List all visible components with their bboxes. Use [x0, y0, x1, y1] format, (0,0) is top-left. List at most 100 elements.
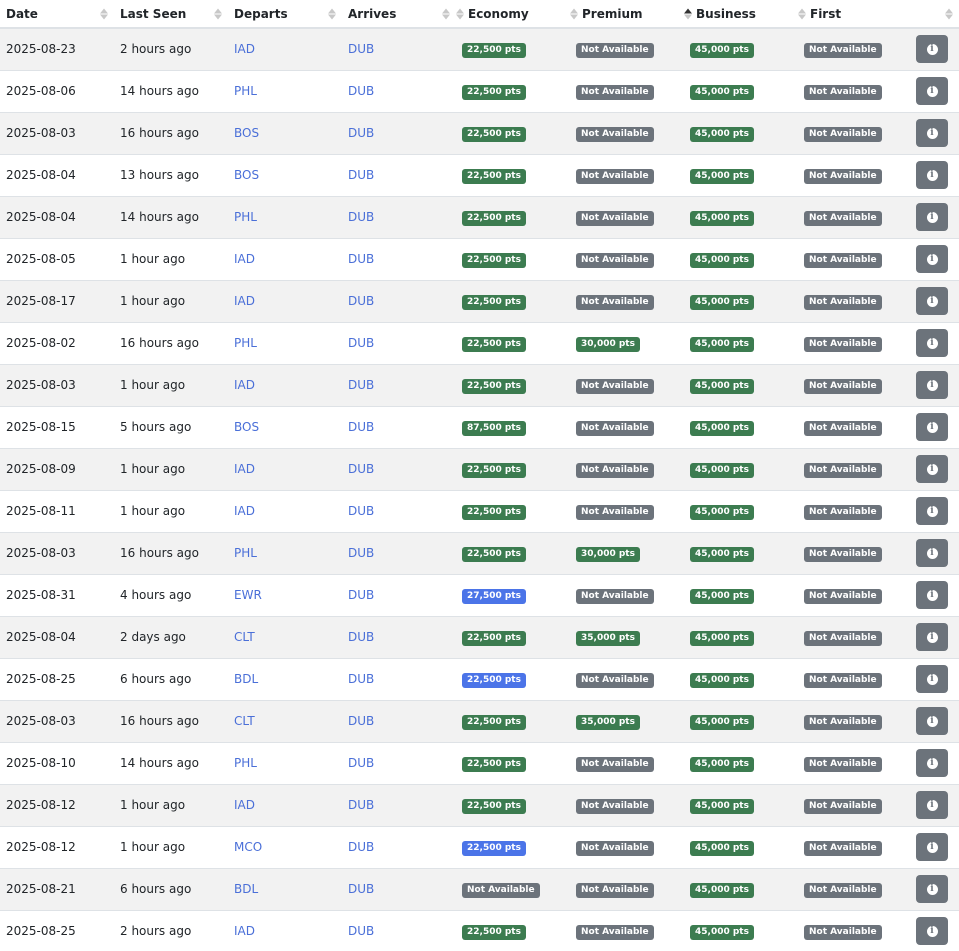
premium-badge[interactable]: Not Available [576, 924, 654, 940]
premium-badge[interactable]: Not Available [576, 756, 654, 772]
details-button[interactable]: i [916, 497, 948, 525]
first-badge[interactable]: Not Available [804, 924, 882, 940]
departs-link[interactable]: PHL [234, 336, 257, 350]
premium-badge[interactable]: Not Available [576, 84, 654, 100]
arrives-link[interactable]: DUB [348, 42, 374, 56]
arrives-link[interactable]: DUB [348, 756, 374, 770]
business-badge[interactable]: 45,000 pts [690, 42, 754, 58]
departs-link[interactable]: IAD [234, 294, 255, 308]
departs-link[interactable]: PHL [234, 756, 257, 770]
premium-badge[interactable]: Not Available [576, 882, 654, 898]
first-badge[interactable]: Not Available [804, 84, 882, 100]
first-badge[interactable]: Not Available [804, 588, 882, 604]
departs-link[interactable]: BDL [234, 672, 258, 686]
first-badge[interactable]: Not Available [804, 126, 882, 142]
departs-link[interactable]: IAD [234, 378, 255, 392]
first-badge[interactable]: Not Available [804, 378, 882, 394]
first-badge[interactable]: Not Available [804, 798, 882, 814]
economy-badge[interactable]: 22,500 pts [462, 756, 526, 772]
arrives-link[interactable]: DUB [348, 378, 374, 392]
premium-badge[interactable]: 30,000 pts [576, 546, 640, 562]
departs-link[interactable]: IAD [234, 798, 255, 812]
arrives-link[interactable]: DUB [348, 210, 374, 224]
arrives-link[interactable]: DUB [348, 714, 374, 728]
business-badge[interactable]: 45,000 pts [690, 336, 754, 352]
header-economy[interactable]: Economy [456, 0, 570, 29]
economy-badge[interactable]: 22,500 pts [462, 924, 526, 940]
header-first[interactable]: First [798, 0, 910, 29]
sort-arrows-icon[interactable] [214, 8, 222, 19]
sort-arrows-icon[interactable] [798, 8, 806, 19]
business-badge[interactable]: 45,000 pts [690, 462, 754, 478]
first-badge[interactable]: Not Available [804, 168, 882, 184]
economy-badge[interactable]: 22,500 pts [462, 168, 526, 184]
business-badge[interactable]: 45,000 pts [690, 840, 754, 856]
arrives-link[interactable]: DUB [348, 630, 374, 644]
economy-badge[interactable]: 22,500 pts [462, 378, 526, 394]
departs-link[interactable]: MCO [234, 840, 262, 854]
header-business[interactable]: Business [684, 0, 798, 29]
business-badge[interactable]: 45,000 pts [690, 672, 754, 688]
arrives-link[interactable]: DUB [348, 126, 374, 140]
arrives-link[interactable]: DUB [348, 462, 374, 476]
business-badge[interactable]: 45,000 pts [690, 882, 754, 898]
premium-badge[interactable]: Not Available [576, 840, 654, 856]
first-badge[interactable]: Not Available [804, 840, 882, 856]
arrives-link[interactable]: DUB [348, 504, 374, 518]
first-badge[interactable]: Not Available [804, 504, 882, 520]
economy-badge[interactable]: 22,500 pts [462, 42, 526, 58]
premium-badge[interactable]: 35,000 pts [576, 630, 640, 646]
business-badge[interactable]: 45,000 pts [690, 798, 754, 814]
first-badge[interactable]: Not Available [804, 882, 882, 898]
arrives-link[interactable]: DUB [348, 882, 374, 896]
details-button[interactable]: i [916, 287, 948, 315]
details-button[interactable]: i [916, 413, 948, 441]
departs-link[interactable]: IAD [234, 252, 255, 266]
business-badge[interactable]: 45,000 pts [690, 630, 754, 646]
economy-badge[interactable]: 22,500 pts [462, 630, 526, 646]
details-button[interactable]: i [916, 245, 948, 273]
arrives-link[interactable]: DUB [348, 798, 374, 812]
header-last-seen[interactable]: Last Seen [114, 0, 228, 29]
economy-badge[interactable]: 22,500 pts [462, 84, 526, 100]
departs-link[interactable]: BOS [234, 126, 259, 140]
departs-link[interactable]: BOS [234, 420, 259, 434]
first-badge[interactable]: Not Available [804, 462, 882, 478]
business-badge[interactable]: 45,000 pts [690, 84, 754, 100]
economy-badge[interactable]: 22,500 pts [462, 672, 526, 688]
departs-link[interactable]: IAD [234, 504, 255, 518]
economy-badge[interactable]: 27,500 pts [462, 588, 526, 604]
economy-badge[interactable]: 22,500 pts [462, 504, 526, 520]
departs-link[interactable]: BDL [234, 882, 258, 896]
business-badge[interactable]: 45,000 pts [690, 210, 754, 226]
departs-link[interactable]: EWR [234, 588, 262, 602]
sort-arrows-icon[interactable] [328, 8, 336, 19]
arrives-link[interactable]: DUB [348, 84, 374, 98]
premium-badge[interactable]: Not Available [576, 168, 654, 184]
sort-arrows-icon[interactable] [945, 8, 953, 19]
premium-badge[interactable]: Not Available [576, 252, 654, 268]
details-button[interactable]: i [916, 371, 948, 399]
arrives-link[interactable]: DUB [348, 420, 374, 434]
economy-badge[interactable]: Not Available [462, 882, 540, 898]
economy-badge[interactable]: 22,500 pts [462, 714, 526, 730]
business-badge[interactable]: 45,000 pts [690, 378, 754, 394]
economy-badge[interactable]: 22,500 pts [462, 798, 526, 814]
business-badge[interactable]: 45,000 pts [690, 546, 754, 562]
details-button[interactable]: i [916, 833, 948, 861]
first-badge[interactable]: Not Available [804, 420, 882, 436]
header-arrives[interactable]: Arrives [342, 0, 456, 29]
business-badge[interactable]: 45,000 pts [690, 588, 754, 604]
arrives-link[interactable]: DUB [348, 252, 374, 266]
details-button[interactable]: i [916, 161, 948, 189]
first-badge[interactable]: Not Available [804, 252, 882, 268]
premium-badge[interactable]: Not Available [576, 504, 654, 520]
departs-link[interactable]: IAD [234, 42, 255, 56]
header-actions[interactable] [910, 0, 959, 29]
business-badge[interactable]: 45,000 pts [690, 294, 754, 310]
premium-badge[interactable]: Not Available [576, 588, 654, 604]
departs-link[interactable]: PHL [234, 84, 257, 98]
first-badge[interactable]: Not Available [804, 42, 882, 58]
details-button[interactable]: i [916, 203, 948, 231]
header-date[interactable]: Date [0, 0, 114, 29]
